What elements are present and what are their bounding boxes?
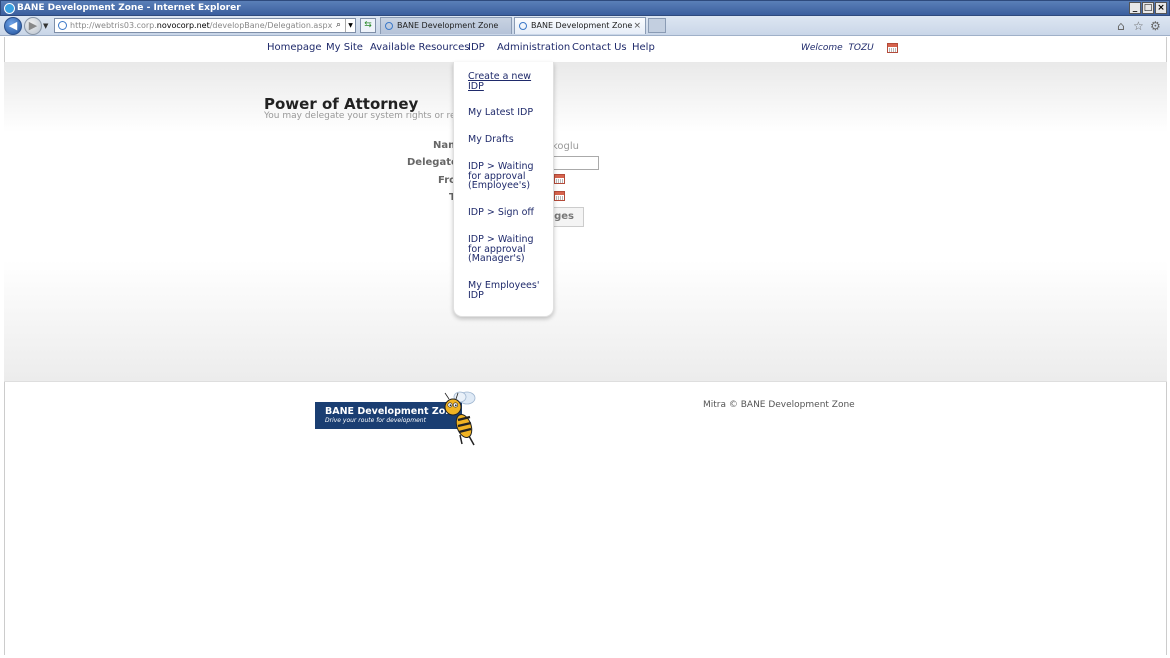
- logo-tagline: Drive your route for development: [325, 417, 426, 424]
- menu-item-waiting-approval-employee[interactable]: IDP > Waiting for approval (Employee's): [468, 162, 548, 191]
- address-dropdown-icon[interactable]: ▼: [345, 19, 355, 32]
- to-calendar-icon[interactable]: [554, 191, 565, 201]
- history-dropdown-icon[interactable]: ▼: [43, 22, 48, 30]
- menu-item-my-latest-idp[interactable]: My Latest IDP: [468, 108, 548, 118]
- menu-item-my-drafts[interactable]: My Drafts: [468, 135, 548, 145]
- close-icon[interactable]: ×: [1155, 2, 1167, 14]
- window-title: BANE Development Zone - Internet Explore…: [17, 3, 241, 13]
- menu-item-my-employees-idp[interactable]: My Employees' IDP: [468, 281, 548, 300]
- address-bar[interactable]: http://webtris03.corp.novocorp.net/devel…: [54, 18, 356, 33]
- home-icon[interactable]: ⌂: [1117, 19, 1125, 33]
- minimize-icon[interactable]: _: [1129, 2, 1141, 14]
- page-subtitle: You may delegate your system rights or r…: [264, 111, 481, 121]
- compatibility-view-icon[interactable]: ⇆: [360, 18, 376, 33]
- window-title-bar: BANE Development Zone - Internet Explore…: [0, 0, 1170, 16]
- menu-item-waiting-approval-manager[interactable]: IDP > Waiting for approval (Manager's): [468, 235, 548, 264]
- page-icon: [58, 21, 67, 30]
- nav-administration[interactable]: Administration: [497, 41, 570, 55]
- tab-icon: [385, 22, 393, 30]
- back-arrow-icon[interactable]: ◀: [4, 17, 22, 35]
- window-controls: _ □ ×: [1129, 2, 1167, 14]
- content-band: [4, 62, 1167, 382]
- forward-arrow-icon[interactable]: ▶: [24, 17, 42, 35]
- tab-2-active[interactable]: BANE Development Zone ×: [514, 17, 646, 34]
- tab-icon: [519, 22, 527, 30]
- close-tab-icon[interactable]: ×: [633, 18, 641, 34]
- nav-contact-us[interactable]: Contact Us: [572, 41, 627, 55]
- name-value: koglu: [552, 141, 580, 152]
- nav-help[interactable]: Help: [632, 41, 655, 55]
- browser-toolbar: ◀ ▶ ▼ http://webtris03.corp.novocorp.net…: [0, 16, 1170, 36]
- from-calendar-icon[interactable]: [554, 174, 565, 184]
- gear-icon[interactable]: ⚙: [1150, 19, 1161, 33]
- site-navigation: Homepage My Site Available Resources IDP…: [0, 41, 1170, 55]
- nav-available-resources[interactable]: Available Resources: [370, 41, 470, 55]
- menu-item-sign-off[interactable]: IDP > Sign off: [468, 208, 548, 218]
- search-icon[interactable]: ⌕: [336, 19, 341, 32]
- menu-item-create-new-idp[interactable]: Create a new IDP: [468, 72, 548, 91]
- welcome-message: Welcome TOZU: [801, 43, 874, 53]
- maximize-icon[interactable]: □: [1142, 2, 1154, 14]
- idp-dropdown-menu: Create a new IDP My Latest IDP My Drafts…: [453, 62, 554, 317]
- nav-homepage[interactable]: Homepage: [267, 41, 322, 55]
- new-tab-button[interactable]: [648, 18, 666, 33]
- nav-my-site[interactable]: My Site: [326, 41, 363, 55]
- internet-explorer-icon: [4, 3, 15, 14]
- copyright-text: Mitra © BANE Development Zone: [703, 400, 855, 410]
- nav-idp[interactable]: IDP: [468, 41, 485, 55]
- bee-mascot-icon: [444, 391, 476, 446]
- calendar-icon[interactable]: [887, 43, 898, 53]
- tab-1[interactable]: BANE Development Zone: [380, 17, 512, 34]
- favorites-star-icon[interactable]: ☆: [1133, 19, 1144, 33]
